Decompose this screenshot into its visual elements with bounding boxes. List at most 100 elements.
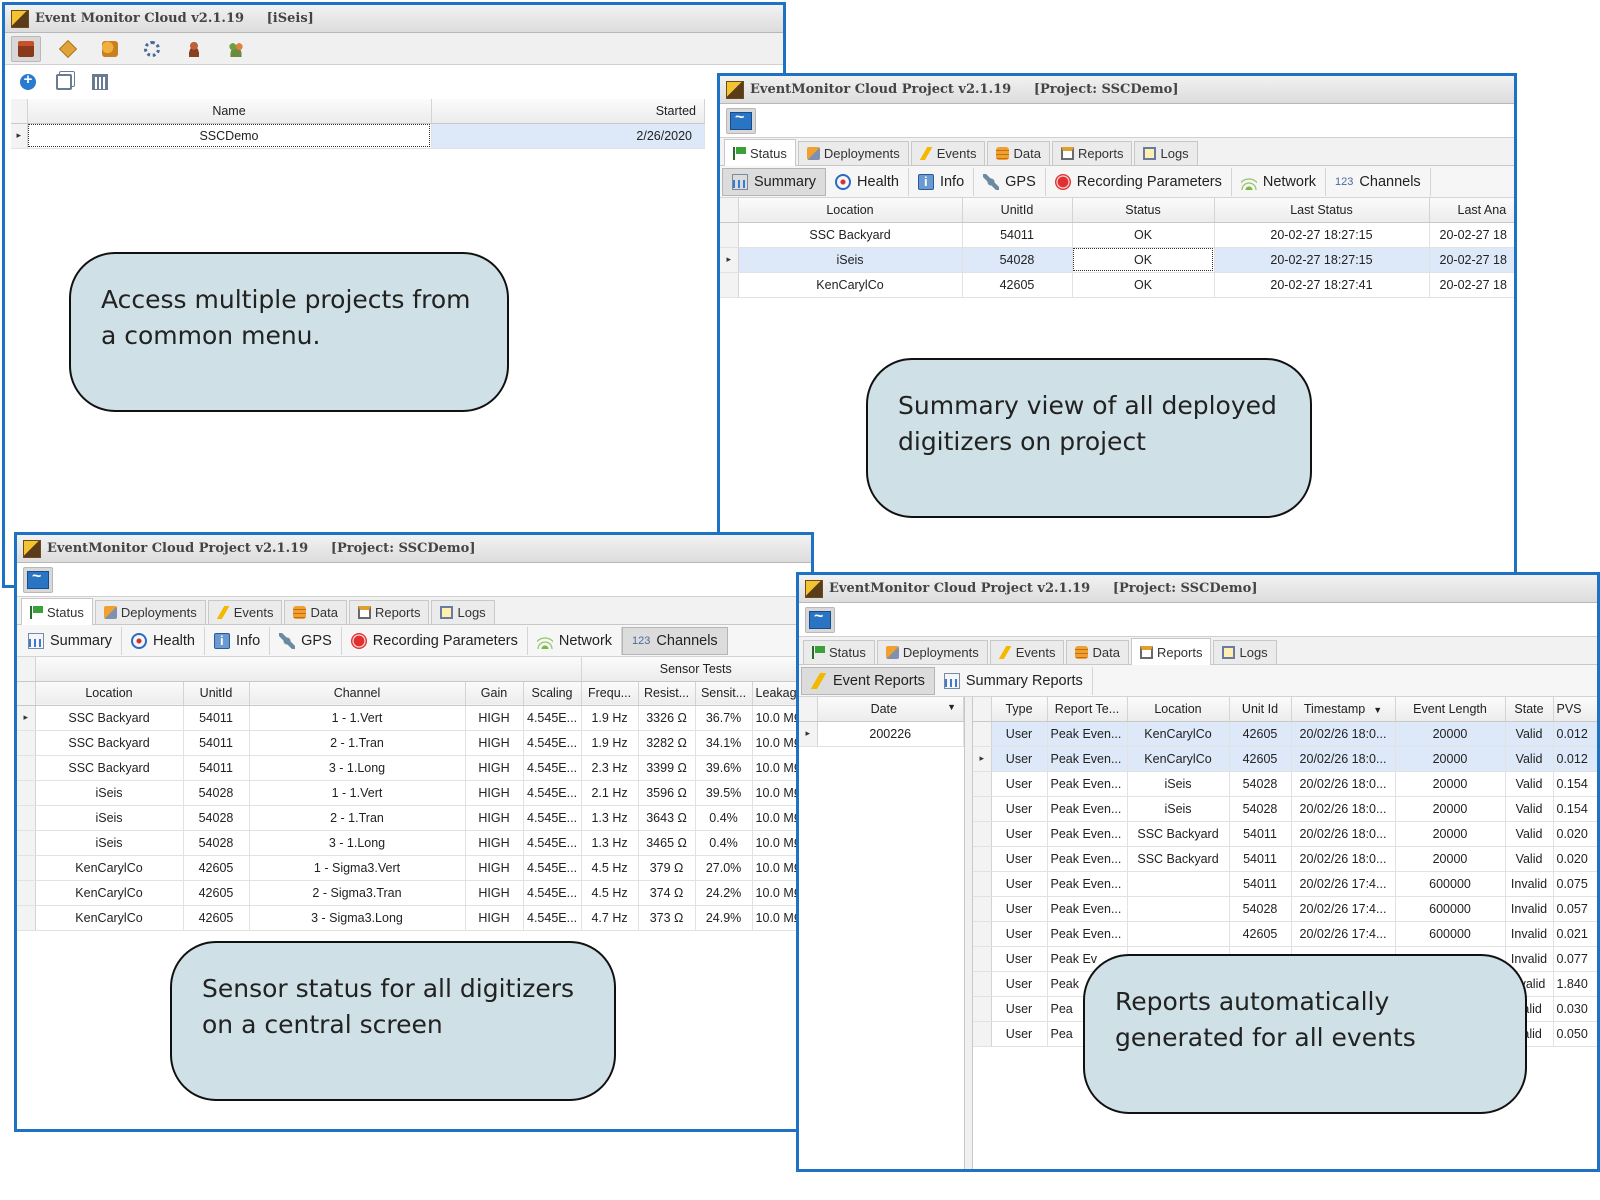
- table-cell[interactable]: 54011: [183, 705, 250, 731]
- table-cell[interactable]: 54011: [183, 730, 250, 756]
- column-header-started[interactable]: Started: [431, 99, 705, 124]
- table-cell[interactable]: 42605: [183, 855, 250, 881]
- table-cell[interactable]: 3596 Ω: [638, 780, 696, 806]
- tab-reports[interactable]: Reports: [1130, 638, 1212, 665]
- table-row[interactable]: SSC Backyard 54011 OK 20-02-27 18:27:15 …: [720, 222, 1514, 248]
- table-cell[interactable]: 39.6%: [695, 755, 753, 781]
- table-cell[interactable]: 20/02/26 18:0...: [1291, 796, 1396, 822]
- subtab-summary-reports[interactable]: Summary Reports: [935, 666, 1093, 695]
- tab-data[interactable]: Data: [1066, 640, 1129, 664]
- table-cell[interactable]: 600000: [1395, 921, 1506, 947]
- column-header-resistance[interactable]: Resist...: [638, 681, 696, 706]
- table-cell[interactable]: Peak Even...: [1047, 721, 1128, 747]
- table-cell[interactable]: 0.020: [1553, 821, 1597, 847]
- table-cell[interactable]: 4.5 Hz: [581, 880, 639, 906]
- table-cell[interactable]: SSC Backyard: [35, 705, 184, 731]
- column-header-unit-id[interactable]: Unit Id: [1229, 697, 1292, 722]
- table-cell[interactable]: 20/02/26 18:0...: [1291, 721, 1396, 747]
- table-cell[interactable]: Peak Even...: [1047, 846, 1128, 872]
- subtab-gps[interactable]: GPS: [974, 167, 1046, 196]
- table-cell[interactable]: Invalid: [1505, 871, 1554, 897]
- groups-button[interactable]: [221, 36, 251, 62]
- table-cell[interactable]: Invalid: [1505, 896, 1554, 922]
- table-cell[interactable]: HIGH: [465, 730, 524, 756]
- column-header-type[interactable]: Type: [991, 697, 1048, 722]
- column-header-frequency[interactable]: Frequ...: [581, 681, 639, 706]
- table-cell[interactable]: 4.545E...: [523, 755, 582, 781]
- table-cell[interactable]: HIGH: [465, 830, 524, 856]
- table-cell[interactable]: 0.075: [1553, 871, 1597, 897]
- table-cell[interactable]: iSeis: [1127, 771, 1230, 797]
- table-cell[interactable]: 24.2%: [695, 880, 753, 906]
- table-cell[interactable]: 3 - 1.Long: [249, 755, 466, 781]
- table-cell[interactable]: 42605: [183, 905, 250, 931]
- table-cell[interactable]: 1 - Sigma3.Vert: [249, 855, 466, 881]
- splitter[interactable]: [965, 697, 973, 1169]
- subtab-network[interactable]: Network: [1232, 167, 1327, 196]
- column-header-sensitivity[interactable]: Sensit...: [695, 681, 753, 706]
- column-header-last-status[interactable]: Last Status: [1214, 198, 1430, 223]
- table-cell[interactable]: Peak Even...: [1047, 796, 1128, 822]
- subtab-summary[interactable]: Summary: [19, 626, 123, 655]
- table-cell[interactable]: iSeis: [1127, 796, 1230, 822]
- subtab-info[interactable]: Info: [205, 626, 271, 655]
- table-cell[interactable]: 4.545E...: [523, 855, 582, 881]
- column-header-last-analysis[interactable]: Last Ana: [1429, 198, 1514, 223]
- table-row[interactable]: iSeis 54028 1 - 1.Vert HIGH 4.545E... 2.1 Hz 3…: [17, 780, 811, 806]
- deployments-button[interactable]: [53, 36, 83, 62]
- table-cell[interactable]: 0.4%: [695, 830, 753, 856]
- table-cell[interactable]: 0.154: [1553, 796, 1597, 822]
- table-cell[interactable]: 20/02/26 18:0...: [1291, 846, 1396, 872]
- table-row[interactable]: iSeis 54028 3 - 1.Long HIGH 4.545E... 1.3 Hz 3…: [17, 830, 811, 856]
- table-cell[interactable]: HIGH: [465, 855, 524, 881]
- table-cell[interactable]: Peak Even...: [1047, 746, 1128, 772]
- table-cell[interactable]: 20000: [1395, 746, 1506, 772]
- column-header-gain[interactable]: Gain: [465, 681, 524, 706]
- table-cell[interactable]: User: [991, 921, 1048, 947]
- table-cell[interactable]: 0.154: [1553, 771, 1597, 797]
- table-cell[interactable]: User: [991, 1021, 1048, 1047]
- subtab-health[interactable]: Health: [826, 167, 909, 196]
- table-cell[interactable]: User: [991, 946, 1048, 972]
- tab-logs[interactable]: Logs: [431, 600, 495, 624]
- table-row[interactable]: User Peak Even... 54011 20/02/26 17:4... 600…: [973, 871, 1597, 897]
- table-cell[interactable]: User: [991, 996, 1048, 1022]
- subtab-recording-parameters[interactable]: Recording Parameters: [342, 626, 528, 655]
- table-cell[interactable]: 373 Ω: [638, 905, 696, 931]
- table-cell[interactable]: SSC Backyard: [35, 730, 184, 756]
- table-cell[interactable]: 42605: [1229, 746, 1292, 772]
- table-cell[interactable]: [1127, 921, 1230, 947]
- table-cell[interactable]: 20/02/26 18:0...: [1291, 746, 1396, 772]
- table-cell[interactable]: User: [991, 721, 1048, 747]
- table-cell[interactable]: 0.4%: [695, 805, 753, 831]
- table-row[interactable]: ▸ SSCDemo 2/26/2020: [11, 123, 705, 149]
- table-cell[interactable]: 4.545E...: [523, 830, 582, 856]
- table-cell[interactable]: Invalid: [1505, 921, 1554, 947]
- copy-project-button[interactable]: [49, 69, 79, 95]
- subtab-recording-parameters[interactable]: Recording Parameters: [1046, 167, 1232, 196]
- tab-events[interactable]: Events: [910, 141, 986, 165]
- tab-status[interactable]: Status: [21, 598, 93, 625]
- table-cell[interactable]: 374 Ω: [638, 880, 696, 906]
- table-cell[interactable]: 600000: [1395, 871, 1506, 897]
- table-cell[interactable]: KenCarylCo: [1127, 721, 1230, 747]
- table-cell[interactable]: User: [991, 746, 1048, 772]
- column-header-state[interactable]: State: [1505, 697, 1554, 722]
- table-cell[interactable]: [1127, 871, 1230, 897]
- table-cell[interactable]: 20/02/26 17:4...: [1291, 871, 1396, 897]
- subtab-channels[interactable]: 123 Channels: [1326, 167, 1431, 196]
- table-row[interactable]: User Peak Even... SSC Backyard 54011 20/02/2…: [973, 846, 1597, 872]
- table-cell[interactable]: 4.545E...: [523, 730, 582, 756]
- table-row[interactable]: iSeis 54028 2 - 1.Tran HIGH 4.545E... 1.3 Hz 3…: [17, 805, 811, 831]
- column-header-pvs[interactable]: PVS: [1553, 697, 1597, 722]
- tab-logs[interactable]: Logs: [1134, 141, 1198, 165]
- table-cell[interactable]: 20000: [1395, 771, 1506, 797]
- table-cell[interactable]: Valid: [1505, 771, 1554, 797]
- table-cell[interactable]: 4.545E...: [523, 780, 582, 806]
- monitor-button[interactable]: [23, 566, 53, 593]
- table-cell[interactable]: 1.9 Hz: [581, 730, 639, 756]
- column-header-unitid[interactable]: UnitId: [183, 681, 250, 706]
- table-row[interactable]: KenCarylCo 42605 2 - Sigma3.Tran HIGH 4.545E…: [17, 880, 811, 906]
- table-cell[interactable]: 39.5%: [695, 780, 753, 806]
- table-cell[interactable]: 0.021: [1553, 921, 1597, 947]
